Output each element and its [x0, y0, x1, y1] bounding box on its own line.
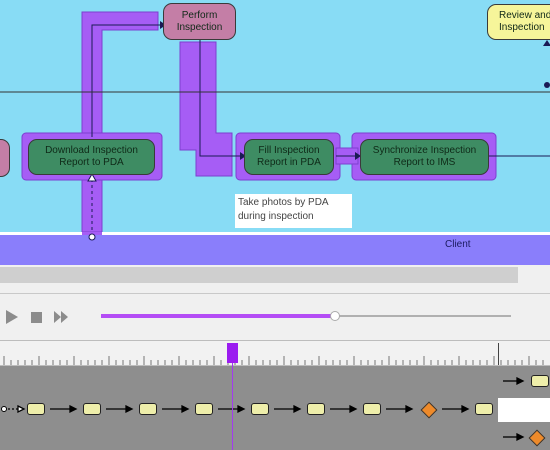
lane-label: Client [445, 239, 471, 250]
task-node-perform-inspection[interactable]: Perform Inspection [163, 3, 236, 40]
play-icon[interactable] [4, 309, 20, 325]
track-step[interactable] [195, 403, 213, 415]
arrowhead-up-review [543, 40, 550, 46]
track-step[interactable] [139, 403, 157, 415]
task-node-fill-report[interactable]: Fill Inspection Report in PDA [244, 139, 334, 175]
annotation-note[interactable]: Take photos by PDA during inspection [235, 194, 352, 228]
progress-thumb[interactable] [329, 311, 340, 321]
task-label: Download Inspection Report to PDA [45, 145, 138, 168]
horizontal-scrollbar[interactable] [0, 267, 518, 283]
fast-forward-icon[interactable] [53, 309, 71, 325]
task-node-partial[interactable] [0, 139, 10, 177]
dashed-anchor-marker [88, 233, 96, 241]
ruler-ticks [3, 356, 544, 365]
track-step[interactable] [27, 403, 45, 415]
task-label: Perform Inspection [176, 9, 223, 33]
progress-fill [101, 314, 335, 318]
task-label: Fill Inspection Report in PDA [257, 145, 321, 168]
playhead-line [232, 363, 233, 450]
track-step[interactable] [475, 403, 493, 415]
note-text: Take photos by PDA during inspection [238, 197, 329, 222]
task-node-synchronize-report[interactable]: Synchronize Inspection Report to IMS [360, 139, 489, 175]
track-step[interactable] [531, 375, 549, 387]
task-node-download-report[interactable]: Download Inspection Report to PDA [28, 139, 155, 175]
ruler-end-marker [498, 343, 499, 365]
task-label: Review and Inspection [499, 10, 550, 33]
track-step[interactable] [307, 403, 325, 415]
track-step[interactable] [363, 403, 381, 415]
connector-dot [544, 82, 550, 88]
highlight-path-download [81, 11, 159, 233]
task-label: Synchronize Inspection Report to IMS [372, 145, 477, 168]
track-step[interactable] [83, 403, 101, 415]
stop-icon[interactable] [29, 309, 45, 325]
playhead-handle[interactable] [227, 343, 238, 363]
task-node-review-inspection[interactable]: Review and Inspection [487, 4, 550, 40]
track-step[interactable] [251, 403, 269, 415]
